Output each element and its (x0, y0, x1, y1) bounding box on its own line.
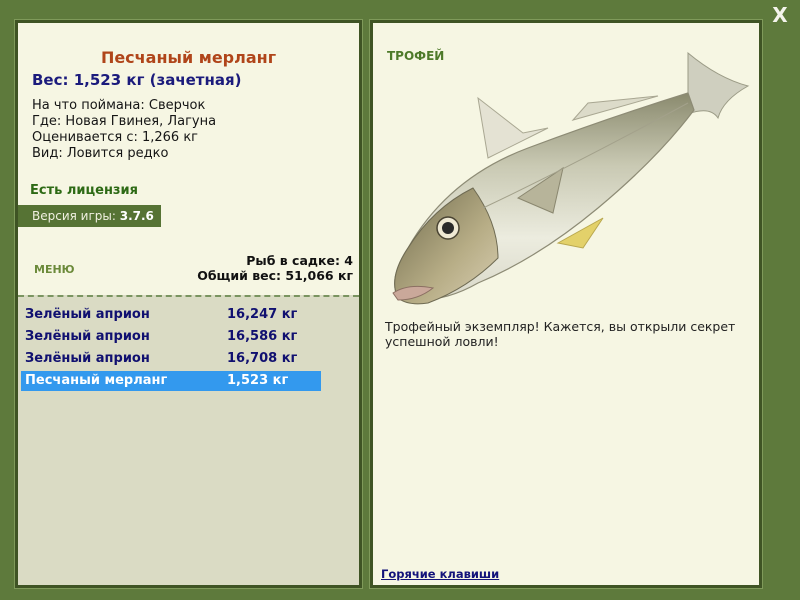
version-label: Версия игры: (32, 209, 120, 223)
license-status: Есть лицензия (30, 183, 138, 198)
menu-button[interactable]: МЕНЮ (34, 263, 75, 276)
trophy-panel: ТРОФЕЙ Трофейный экземпляр! Кажется, вы … (369, 19, 763, 589)
close-button[interactable]: X (770, 4, 790, 26)
fish-location: Где: Новая Гвинея, Лагуна (32, 114, 217, 129)
fish-illustration (392, 51, 750, 305)
catch-weight: 16,247 кг (227, 307, 298, 322)
fish-info-panel: Песчаный мерланг Вес: 1,523 кг (зачетная… (14, 19, 363, 589)
catch-weight: 16,586 кг (227, 329, 298, 344)
fish-rated-from: Оценивается с: 1,266 кг (32, 130, 199, 145)
catch-row[interactable]: Зелёный априон 16,586 кг (21, 327, 321, 347)
catch-weight: 1,523 кг (227, 373, 289, 388)
fish-weight: Вес: 1,523 кг (зачетная) (32, 71, 242, 89)
keepnet-stats: Рыб в садке: 4 Общий вес: 51,066 кг (197, 253, 353, 283)
catch-weight: 16,708 кг (227, 351, 298, 366)
catch-name: Зелёный априон (25, 329, 150, 344)
fish-species-note: Вид: Ловится редко (32, 146, 169, 161)
game-version-badge: Версия игры: 3.7.6 (18, 205, 161, 227)
fish-name-title: Песчаный мерланг (100, 48, 277, 67)
fish-count: Рыб в садке: 4 (246, 253, 353, 268)
catch-row[interactable]: Зелёный априон 16,708 кг (21, 349, 321, 369)
catch-list: Зелёный априон 16,247 кг Зелёный априон … (18, 295, 359, 585)
fish-details: На что поймана: Сверчок Где: Новая Гвине… (32, 98, 216, 162)
catch-name: Зелёный априон (25, 307, 150, 322)
total-weight: Общий вес: 51,066 кг (197, 268, 353, 283)
hotkeys-link[interactable]: Горячие клавиши (381, 567, 499, 581)
catch-row-selected[interactable]: Песчаный мерланг 1,523 кг (21, 371, 321, 391)
fish-bait: На что поймана: Сверчок (32, 98, 206, 113)
trophy-description: Трофейный экземпляр! Кажется, вы открыли… (385, 319, 736, 349)
catch-name: Песчаный мерланг (25, 373, 168, 388)
catch-name: Зелёный априон (25, 351, 150, 366)
version-number: 3.7.6 (119, 209, 154, 223)
catch-row[interactable]: Зелёный априон 16,247 кг (21, 305, 321, 325)
